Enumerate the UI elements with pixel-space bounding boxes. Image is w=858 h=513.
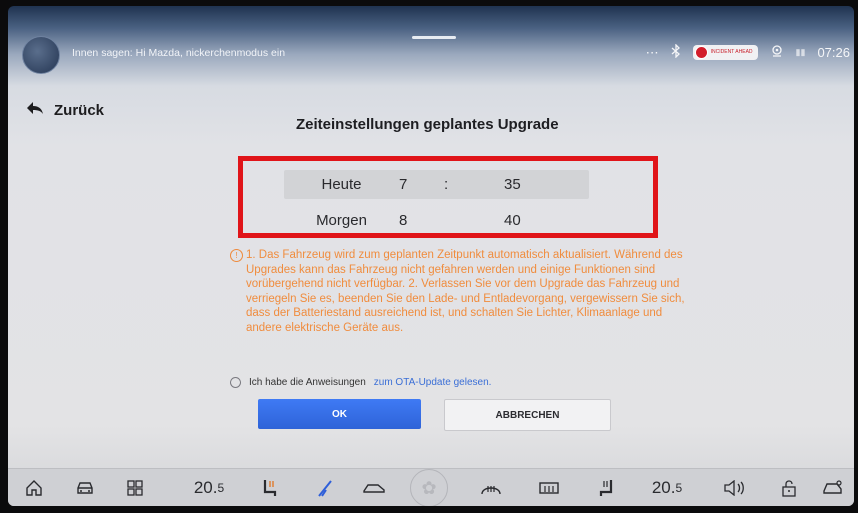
picker-hour[interactable]: 8	[399, 212, 444, 229]
wiper-icon[interactable]	[314, 476, 338, 500]
picker-hour[interactable]: 7	[399, 176, 444, 193]
volume-icon[interactable]	[720, 476, 750, 500]
status-icons: ⋯ INCIDENT AHEAD ▮▮ 07:26	[646, 43, 850, 61]
pull-down-handle[interactable]	[412, 36, 456, 39]
right-temp-decimal: 5	[675, 481, 683, 495]
left-temp-decimal: 5	[217, 481, 225, 495]
clock: 07:26	[817, 45, 850, 60]
right-temp-value: 20.	[651, 478, 676, 497]
rear-defrost-icon[interactable]	[536, 476, 562, 500]
voice-hint: Innen sagen: Hi Mazda, nickerchenmodus e…	[72, 47, 286, 59]
back-arrow-icon	[26, 101, 44, 119]
picker-day[interactable]: Heute	[284, 176, 399, 193]
seat-heat-left-icon[interactable]	[258, 476, 282, 500]
consent-radio[interactable]	[230, 377, 241, 388]
picker-minute[interactable]: 40	[504, 212, 554, 229]
climate-dock: 20. 5 ✿ 20. 5	[8, 468, 854, 506]
front-defrost-icon[interactable]	[478, 476, 504, 500]
incident-badge-text: INCIDENT AHEAD	[710, 49, 753, 55]
incident-badge[interactable]: INCIDENT AHEAD	[692, 45, 758, 60]
seat-heat-right-icon[interactable]	[594, 476, 618, 500]
cancel-button[interactable]: ABBRECHEN	[444, 399, 611, 431]
picker-row-selected[interactable]: Heute 7 : 35	[284, 170, 589, 199]
consent-checkbox[interactable]: Ich habe die Anweisungen zum OTA-Update …	[230, 377, 491, 388]
alert-icon	[694, 46, 708, 59]
time-picker: Heute 7 : 35 Morgen 8 40	[238, 156, 658, 238]
picker-separator: :	[444, 176, 449, 193]
fan-icon: ✿	[410, 469, 448, 506]
grid-icon[interactable]	[124, 476, 146, 500]
lock-icon[interactable]	[778, 476, 800, 500]
back-label: Zurück	[54, 101, 105, 119]
picker-day[interactable]: Morgen	[284, 212, 399, 229]
ok-button[interactable]: OK	[258, 399, 421, 429]
location-icon	[770, 44, 784, 61]
status-bar: Innen sagen: Hi Mazda, nickerchenmodus e…	[8, 6, 854, 74]
car-icon[interactable]	[72, 476, 98, 500]
voice-assistant-avatar[interactable]	[22, 36, 60, 74]
fan-button[interactable]: ✿	[410, 469, 448, 506]
warning-icon: !	[230, 249, 243, 262]
car-settings-icon[interactable]	[820, 476, 846, 500]
picker-minute[interactable]: 35	[504, 176, 554, 193]
right-temperature[interactable]: 20. 5	[644, 476, 690, 500]
consent-text: Ich habe die Anweisungen	[249, 377, 366, 388]
more-icon[interactable]: ⋯	[646, 45, 659, 61]
picker-row[interactable]: Morgen 8 40	[284, 209, 589, 231]
ota-instructions-link[interactable]: zum OTA-Update gelesen.	[374, 377, 492, 388]
left-temperature[interactable]: 20. 5	[186, 476, 232, 500]
back-button[interactable]: Zurück	[26, 101, 104, 119]
car-fan-icon[interactable]	[360, 476, 388, 500]
dialog-title: Zeiteinstellungen geplantes Upgrade	[296, 116, 559, 133]
home-icon[interactable]	[22, 476, 46, 500]
bluetooth-icon	[671, 43, 681, 61]
signal-icon: ▮▮	[795, 47, 806, 57]
notice-text: 1. Das Fahrzeug wird zum geplanten Zeitp…	[246, 249, 685, 334]
infotainment-screen: Innen sagen: Hi Mazda, nickerchenmodus e…	[8, 6, 854, 506]
left-temp-value: 20.	[193, 478, 218, 497]
